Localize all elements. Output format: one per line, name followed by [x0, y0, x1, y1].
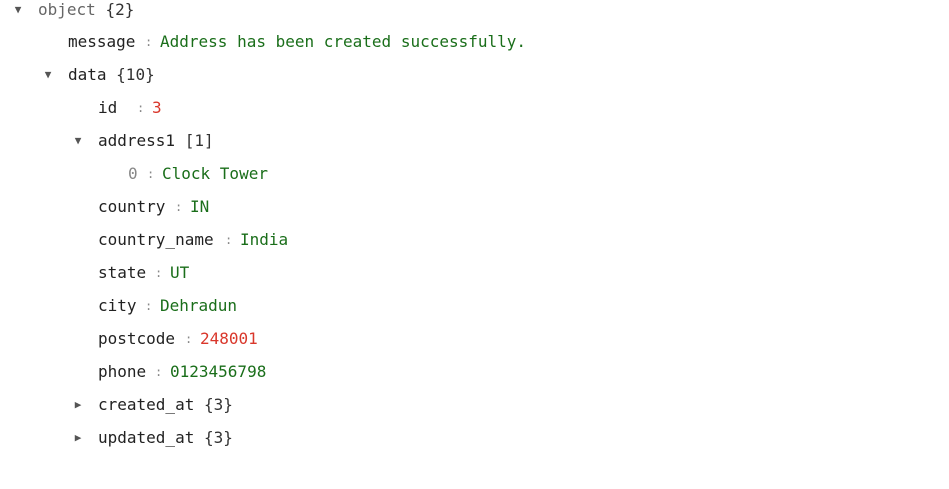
- node-index: 0: [128, 164, 138, 183]
- key-value-separator: :: [145, 299, 153, 313]
- node-key[interactable]: object {2}: [38, 0, 134, 21]
- node-value: 248001: [200, 329, 258, 348]
- node-key[interactable]: data {10}: [68, 64, 155, 86]
- node-value: 3: [152, 98, 162, 117]
- key-value-separator: :: [185, 332, 193, 346]
- key-value-separator: :: [225, 233, 233, 247]
- key-value-separator: :: [155, 365, 163, 379]
- key-value-separator: :: [137, 101, 145, 115]
- node-value: Address has been created successfully.: [160, 32, 527, 51]
- key-value-separator: :: [145, 35, 153, 49]
- key-value-separator: :: [175, 200, 183, 214]
- key-value-separator: :: [155, 266, 163, 280]
- node-key[interactable]: address1 [1]: [98, 130, 214, 152]
- node-key: city: [98, 296, 137, 315]
- node-value: Clock Tower: [162, 164, 268, 183]
- json-tree-viewer: ▼ object {2} message : Address has been …: [0, 0, 949, 489]
- node-value: Dehradun: [160, 296, 238, 315]
- node-value: 0123456798: [170, 362, 267, 381]
- node-value: IN: [190, 197, 210, 216]
- key-value-separator: :: [147, 167, 155, 181]
- node-key[interactable]: updated_at {3}: [98, 427, 233, 449]
- expanded-caret-icon[interactable]: ▼: [11, 0, 25, 21]
- node-key: country: [98, 197, 166, 216]
- node-key[interactable]: created_at {3}: [98, 394, 233, 416]
- node-key: state: [98, 263, 147, 282]
- node-key: country_name: [98, 230, 214, 249]
- node-key: postcode: [98, 329, 176, 348]
- node-key: message: [68, 32, 136, 51]
- node-key: id: [98, 98, 118, 117]
- node-value: India: [240, 230, 289, 249]
- expanded-caret-icon[interactable]: ▼: [41, 64, 55, 86]
- expanded-caret-icon[interactable]: ▼: [71, 130, 85, 152]
- node-key: phone: [98, 362, 147, 381]
- collapsed-caret-icon[interactable]: ▶: [71, 427, 85, 449]
- node-value: UT: [170, 263, 190, 282]
- collapsed-caret-icon[interactable]: ▶: [71, 394, 85, 416]
